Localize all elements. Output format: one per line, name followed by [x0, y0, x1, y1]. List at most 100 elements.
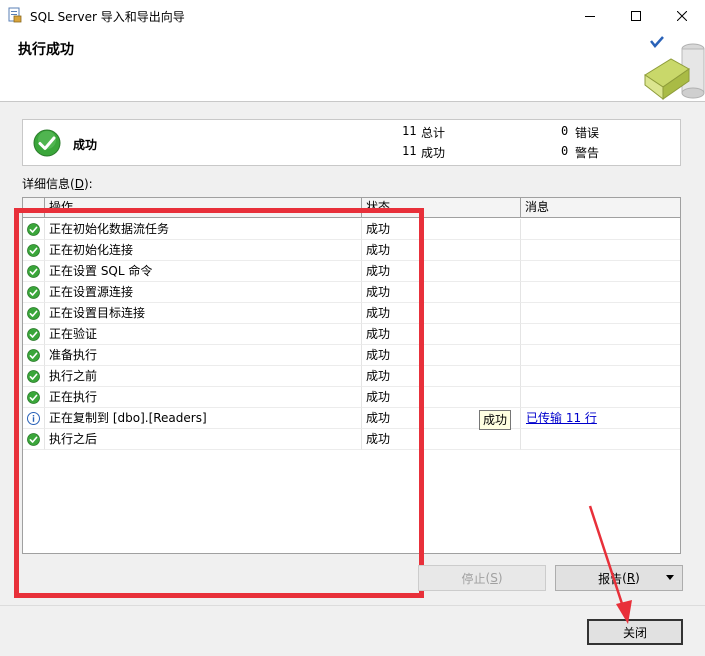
- report-button[interactable]: 报告(R): [555, 565, 683, 591]
- table-row[interactable]: 正在验证 成功: [23, 324, 680, 345]
- operation-cell: 执行之后: [45, 429, 362, 450]
- message-cell: [521, 324, 680, 345]
- status-cell: 成功: [362, 345, 521, 366]
- row-icon-cell: [23, 219, 45, 240]
- success-check-icon: [27, 349, 40, 362]
- table-row[interactable]: 准备执行 成功: [23, 345, 680, 366]
- window-title: SQL Server 导入和导出向导: [30, 10, 185, 24]
- message-cell: [521, 429, 680, 450]
- table-row[interactable]: 正在设置目标连接 成功: [23, 303, 680, 324]
- message-cell: [521, 219, 680, 240]
- success-check-icon: [27, 433, 40, 446]
- operation-cell: 执行之前: [45, 366, 362, 387]
- operation-cell: 正在初始化数据流任务: [45, 219, 362, 240]
- row-icon-cell: [23, 303, 45, 324]
- maximize-icon: [631, 10, 641, 21]
- operation-cell: 正在复制到 [dbo].[Readers]: [45, 408, 362, 429]
- title-bar: SQL Server 导入和导出向导: [0, 0, 705, 31]
- table-row[interactable]: 正在初始化数据流任务 成功: [23, 219, 680, 240]
- page-title: 执行成功: [18, 42, 74, 58]
- status-cell: 成功: [362, 429, 521, 450]
- table-row[interactable]: 执行之后 成功: [23, 429, 680, 450]
- maximize-button[interactable]: [613, 0, 659, 31]
- status-cell: 成功: [362, 303, 521, 324]
- message-cell: [521, 345, 680, 366]
- operation-cell: 正在设置目标连接: [45, 303, 362, 324]
- total-count: 11: [402, 124, 417, 138]
- operation-cell: 正在初始化连接: [45, 240, 362, 261]
- status-cell: 成功: [362, 324, 521, 345]
- column-header-status[interactable]: 状态: [362, 198, 521, 218]
- minimize-button[interactable]: [567, 0, 613, 31]
- summary-status: 成功: [73, 138, 98, 152]
- stop-button[interactable]: 停止(S): [418, 565, 546, 591]
- row-icon-cell: [23, 429, 45, 450]
- grid-header: 操作 状态 消息: [23, 198, 680, 218]
- success-label: 成功: [421, 146, 446, 160]
- status-tooltip: 成功: [479, 410, 512, 430]
- success-check-icon: [27, 265, 40, 278]
- table-row[interactable]: 正在设置 SQL 命令 成功: [23, 261, 680, 282]
- status-cell: 成功: [362, 282, 521, 303]
- table-row[interactable]: 正在初始化连接 成功: [23, 240, 680, 261]
- wizard-header: 执行成功: [0, 31, 705, 101]
- operation-cell: 准备执行: [45, 345, 362, 366]
- row-icon-cell: [23, 324, 45, 345]
- close-button[interactable]: 关闭: [587, 619, 683, 645]
- status-cell: 成功: [362, 240, 521, 261]
- column-header-message[interactable]: 消息: [521, 198, 680, 218]
- column-header-operation[interactable]: 操作: [45, 198, 362, 218]
- success-check-icon: [27, 286, 40, 299]
- success-check-icon: [27, 244, 40, 257]
- close-icon: [677, 10, 687, 21]
- content-area: 成功 11 总计 11 成功 0 错误 0 警告 详细信息(D): 操作 状态 …: [0, 102, 705, 605]
- dropdown-arrow-icon: [666, 575, 674, 580]
- total-label: 总计: [421, 126, 446, 140]
- success-check-icon: [27, 307, 40, 320]
- warning-count: 0: [561, 144, 569, 158]
- message-cell: [521, 240, 680, 261]
- summary-panel: 成功 11 总计 11 成功 0 错误 0 警告: [22, 119, 681, 166]
- rows-transferred-link[interactable]: 已传输 11 行: [526, 411, 597, 425]
- status-cell: 成功: [362, 387, 521, 408]
- table-row[interactable]: 正在设置源连接 成功: [23, 282, 680, 303]
- close-window-button[interactable]: [659, 0, 705, 31]
- message-cell: [521, 387, 680, 408]
- status-cell: 成功: [362, 219, 521, 240]
- details-label: 详细信息(D):: [22, 177, 93, 191]
- message-cell: [521, 282, 680, 303]
- error-count: 0: [561, 124, 569, 138]
- row-icon-cell: [23, 366, 45, 387]
- grid-header-icon-column: [23, 198, 45, 218]
- success-count: 11: [402, 144, 417, 158]
- row-icon-cell: [23, 282, 45, 303]
- minimize-icon: [585, 15, 595, 17]
- success-check-icon: [27, 328, 40, 341]
- status-cell: 成功: [362, 366, 521, 387]
- row-icon-cell: [23, 408, 45, 429]
- wizard-logo-icon: [644, 36, 705, 101]
- message-cell: 已传输 11 行: [521, 408, 680, 429]
- row-icon-cell: [23, 387, 45, 408]
- error-label: 错误: [575, 126, 600, 140]
- details-grid[interactable]: 操作 状态 消息 正在初始化数据流任务 成功 正在初始化连接 成功 正在设置 SQL 命…: [22, 197, 681, 554]
- warning-label: 警告: [575, 146, 600, 160]
- row-icon-cell: [23, 345, 45, 366]
- table-row[interactable]: 执行之前 成功: [23, 366, 680, 387]
- operation-cell: 正在设置 SQL 命令: [45, 261, 362, 282]
- message-cell: [521, 303, 680, 324]
- operation-cell: 正在验证: [45, 324, 362, 345]
- wizard-app-icon: [8, 7, 22, 23]
- operation-cell: 正在设置源连接: [45, 282, 362, 303]
- success-large-icon: [33, 129, 61, 157]
- message-cell: [521, 261, 680, 282]
- table-row[interactable]: 正在复制到 [dbo].[Readers] 成功 已传输 11 行成功: [23, 408, 680, 430]
- status-cell: 成功: [362, 261, 521, 282]
- table-row[interactable]: 正在执行 成功: [23, 387, 680, 408]
- success-check-icon: [27, 370, 40, 383]
- info-icon: [27, 412, 40, 425]
- operation-cell: 正在执行: [45, 387, 362, 408]
- success-check-icon: [27, 391, 40, 404]
- success-check-icon: [27, 223, 40, 236]
- row-icon-cell: [23, 240, 45, 261]
